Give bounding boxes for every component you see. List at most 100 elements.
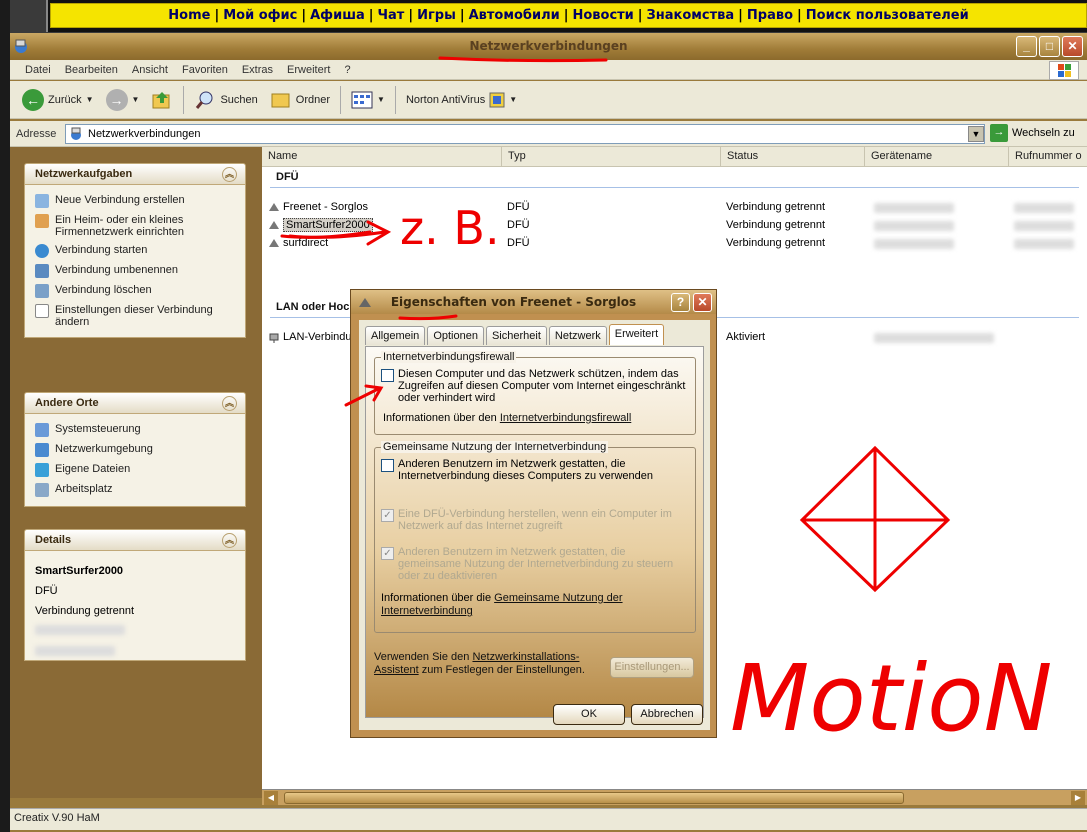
other-places-header[interactable]: Andere Orte ︽ <box>24 392 246 414</box>
folders-button[interactable]: Ordner <box>264 85 336 115</box>
place-control-panel[interactable]: Systemsteuerung <box>35 420 237 440</box>
dialup-icon <box>269 203 279 211</box>
firewall-checkbox-row[interactable]: Diesen Computer und das Netzwerk schütze… <box>381 368 687 404</box>
group-divider <box>270 187 1079 188</box>
views-button[interactable]: ▼ <box>345 85 391 115</box>
tab-optionen[interactable]: Optionen <box>427 326 484 345</box>
nav-afisha[interactable]: Афиша <box>306 8 369 23</box>
chevron-down-icon[interactable]: ▼ <box>509 95 517 104</box>
nav-home[interactable]: Home <box>164 8 214 23</box>
tab-sicherheit[interactable]: Sicherheit <box>485 326 547 345</box>
col-status[interactable]: Status <box>721 147 865 167</box>
nav-office[interactable]: Мой офис <box>219 8 301 23</box>
task-home-network[interactable]: Ein Heim- oder ein kleines Firmennetzwer… <box>35 211 237 241</box>
menu-extras[interactable]: Extras <box>235 64 280 76</box>
close-button[interactable]: ✕ <box>1062 36 1083 57</box>
go-arrow-icon: → <box>990 124 1008 142</box>
tab-erweitert[interactable]: Erweitert <box>608 324 665 345</box>
row-blurred-device <box>874 203 954 213</box>
ics-checkbox[interactable] <box>381 459 394 472</box>
nav-law[interactable]: Право <box>743 8 797 23</box>
go-button[interactable]: → Wechseln zu <box>990 124 1075 142</box>
back-arrow-icon: ← <box>22 88 44 111</box>
menu-favoriten[interactable]: Favoriten <box>175 64 235 76</box>
menu-erweitert[interactable]: Erweitert <box>280 64 337 76</box>
col-device[interactable]: Gerätename <box>865 147 1009 167</box>
col-number[interactable]: Rufnummer o <box>1009 147 1087 167</box>
task-change-settings[interactable]: Einstellungen dieser Verbindung ändern <box>35 301 237 331</box>
wizard-text: Verwenden Sie den Netzwerkinstallations-… <box>374 651 604 677</box>
norton-label: Norton AntiVirus <box>405 93 486 106</box>
chevron-down-icon[interactable]: ▼ <box>377 95 385 104</box>
toolbar: ← Zurück ▼ → ▼ Suchen Ordner ▼ Norton An… <box>10 81 1087 119</box>
nav-games[interactable]: Игры <box>413 8 460 23</box>
nav-cars[interactable]: Автомобили <box>465 8 564 23</box>
nav-chat[interactable]: Чат <box>374 8 409 23</box>
nav-news[interactable]: Новости <box>568 8 637 23</box>
col-type[interactable]: Typ <box>502 147 721 167</box>
scroll-left-icon[interactable]: ◀ <box>264 791 278 805</box>
search-button[interactable]: Suchen <box>188 85 263 115</box>
dialog-body: Allgemein Optionen Sicherheit Netzwerk E… <box>359 320 710 730</box>
chevron-down-icon[interactable]: ▼ <box>132 95 140 104</box>
maximize-button[interactable]: □ <box>1039 36 1060 57</box>
title-bar[interactable]: Netzwerkverbindungen _ □ ✕ <box>10 33 1087 60</box>
task-delete-connection[interactable]: Verbindung löschen <box>35 281 237 301</box>
collapse-icon[interactable]: ︽ <box>222 395 237 411</box>
control-panel-icon <box>35 423 49 437</box>
row-status: Verbindung getrennt <box>726 237 826 249</box>
norton-button[interactable]: Norton AntiVirus ▼ <box>400 85 523 115</box>
address-input[interactable]: Netzwerkverbindungen <box>65 124 985 144</box>
up-folder-button[interactable] <box>145 85 179 115</box>
help-button[interactable]: ? <box>671 293 690 312</box>
cancel-button[interactable]: Abbrechen <box>631 704 703 725</box>
nav-dating[interactable]: Знакомства <box>643 8 739 23</box>
place-my-documents[interactable]: Eigene Dateien <box>35 460 237 480</box>
address-dropdown-button[interactable]: ▼ <box>968 126 984 142</box>
ics-info-text: Informationen über die <box>381 592 495 604</box>
forward-button[interactable]: → ▼ <box>100 85 146 115</box>
place-my-computer[interactable]: Arbeitsplatz <box>35 480 237 500</box>
tab-netzwerk[interactable]: Netzwerk <box>548 326 607 345</box>
firewall-info-link[interactable]: Internetverbindungsfirewall <box>500 412 631 424</box>
task-start-connection[interactable]: Verbindung starten <box>35 241 237 261</box>
desktop-strip <box>0 0 10 832</box>
network-tasks-header[interactable]: Netzwerkaufgaben ︽ <box>24 163 246 185</box>
col-name[interactable]: Name <box>262 147 502 167</box>
nav-user-search[interactable]: Поиск пользователей <box>802 8 973 23</box>
dialog-title-bar[interactable]: Eigenschaften von Freenet - Sorglos ? ✕ <box>351 290 716 314</box>
chevron-down-icon[interactable]: ▼ <box>86 95 94 104</box>
minimize-button[interactable]: _ <box>1016 36 1037 57</box>
ics-checkbox-row[interactable]: Anderen Benutzern im Netzwerk gestatten,… <box>381 458 687 482</box>
wizard-suffix: zum Festlegen der Einstellungen. <box>418 664 585 676</box>
ok-button[interactable]: OK <box>553 704 625 725</box>
collapse-icon[interactable]: ︽ <box>222 532 237 548</box>
scroll-thumb[interactable] <box>284 792 904 804</box>
menu-bearbeiten[interactable]: Bearbeiten <box>58 64 125 76</box>
list-item[interactable]: Freenet - Sorglos DFÜ Verbindung getrenn… <box>262 199 1087 216</box>
firewall-legend: Internetverbindungsfirewall <box>381 351 517 363</box>
horizontal-scrollbar[interactable]: ◀ ▶ <box>262 789 1087 805</box>
scroll-right-icon[interactable]: ▶ <box>1071 791 1085 805</box>
windows-logo-icon <box>1049 61 1079 80</box>
tab-allgemein[interactable]: Allgemein <box>365 326 426 345</box>
collapse-icon[interactable]: ︽ <box>222 166 237 182</box>
details-header[interactable]: Details ︽ <box>24 529 246 551</box>
menu-help[interactable]: ? <box>337 64 357 76</box>
task-rename-connection[interactable]: Verbindung umbenennen <box>35 261 237 281</box>
ics-control-checkbox: ✓ <box>381 547 394 560</box>
back-button[interactable]: ← Zurück ▼ <box>16 85 100 115</box>
list-item[interactable]: surfdirect DFÜ Verbindung getrennt <box>262 235 1087 252</box>
menu-datei[interactable]: Datei <box>18 64 58 76</box>
task-new-connection[interactable]: Neue Verbindung erstellen <box>35 191 237 211</box>
place-network[interactable]: Netzwerkumgebung <box>35 440 237 460</box>
new-connection-icon <box>35 194 49 208</box>
firewall-checkbox[interactable] <box>381 369 394 382</box>
status-text: Creatix V.90 HaM <box>14 812 100 824</box>
dialog-close-button[interactable]: ✕ <box>693 293 712 312</box>
list-item[interactable]: SmartSurfer2000 DFÜ Verbindung getrennt <box>262 217 1087 234</box>
menu-ansicht[interactable]: Ansicht <box>125 64 175 76</box>
details-type: DFÜ <box>35 585 58 597</box>
settings-icon <box>35 304 49 318</box>
search-icon <box>196 91 213 109</box>
